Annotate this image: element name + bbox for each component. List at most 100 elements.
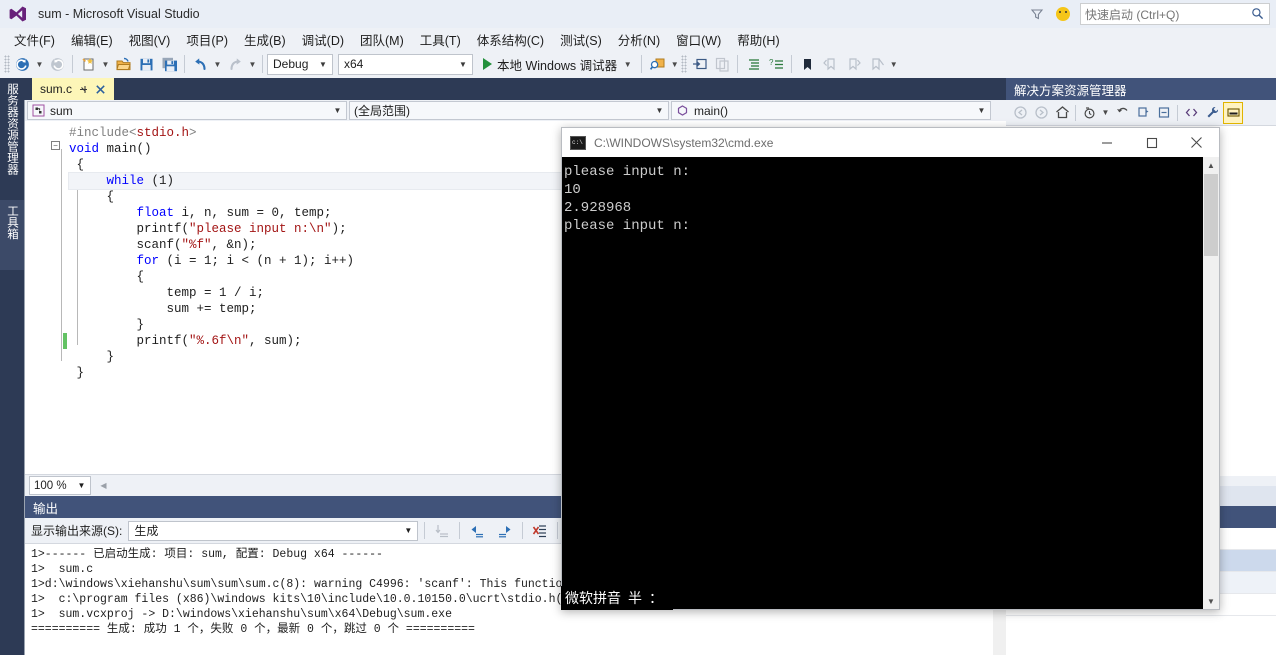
menu-item-build[interactable]: 生成(B) [236,28,294,51]
undo-icon[interactable] [189,53,211,75]
close-icon[interactable] [1174,128,1219,157]
new-project-dropdown[interactable]: ▼ [100,53,111,75]
menu-item-edit[interactable]: 编辑(E) [63,28,121,51]
next-bookmark-icon[interactable] [842,53,864,75]
start-debugging-dropdown[interactable]: ▼ [622,53,633,75]
menu-item-test[interactable]: 测试(S) [552,28,610,51]
navigate-back-icon[interactable] [11,53,33,75]
previous-bookmark-icon[interactable] [819,53,841,75]
preview-selected-items-icon[interactable] [1223,101,1243,124]
save-all-icon[interactable] [158,53,180,75]
toolbar-overflow-button[interactable]: ▼ [888,53,899,75]
scroll-down-icon[interactable]: ▼ [1203,593,1219,609]
menu-item-debug[interactable]: 调试(D) [294,28,352,51]
document-tab-sum-c[interactable]: sum.c [32,78,115,100]
scroll-up-icon[interactable]: ▲ [1203,157,1219,173]
find-in-files-icon[interactable] [646,53,668,75]
sync-with-active-document-icon[interactable] [1112,102,1132,124]
pending-changes-icon[interactable] [1079,102,1099,124]
menu-item-analyze[interactable]: 分析(N) [610,28,668,51]
se-toolbar-separator-2 [1177,104,1178,121]
ime-punctuation-label[interactable]: ： [649,588,663,608]
bookmark-icon[interactable] [796,53,818,75]
pending-changes-dropdown[interactable]: ▼ [1100,102,1111,124]
properties-icon[interactable] [1202,102,1222,124]
navbar-member-combo[interactable]: main() ▼ [671,101,991,120]
ime-width-label[interactable]: 半 [628,588,642,608]
home-icon[interactable] [1052,102,1072,124]
sidebar-item-toolbox[interactable]: 工具箱 [0,200,24,270]
navbar-scope-combo[interactable]: (全局范围) ▼ [349,101,669,120]
previous-message-icon[interactable] [466,520,488,542]
scrollbar-thumb[interactable] [1204,174,1218,256]
editor-zoom-combo[interactable]: 100 % ▼ [29,476,91,495]
cmd-title-bar[interactable]: C:\WINDOWS\system32\cmd.exe [562,128,1219,157]
comment-icon[interactable]: ? [765,53,787,75]
go-to-message-icon[interactable] [431,520,453,542]
left-auto-hide-dock: 服务器资源管理器 工具箱 [0,78,24,655]
solution-platform-combo[interactable]: x64 ▼ [338,53,473,75]
solution-configuration-combo[interactable]: Debug ▼ [267,53,333,75]
ime-status-overlay[interactable]: 微软拼音 半 ： [561,586,673,610]
solution-explorer-toolbar: ▼ [1006,100,1276,126]
back-icon[interactable] [1010,102,1030,124]
cmd-vertical-scrollbar[interactable]: ▲ ▼ [1203,157,1219,609]
step-into-icon[interactable] [688,53,710,75]
editor-gutter [25,121,63,474]
indent-icon[interactable] [742,53,764,75]
smiley-feedback-icon[interactable] [1054,5,1072,23]
method-icon [676,104,689,117]
visual-studio-window: sum - Microsoft Visual Studio 快速启动 (Ctrl… [0,0,1276,655]
copy-icon[interactable] [711,53,733,75]
menu-item-file[interactable]: 文件(F) [6,28,63,51]
menu-item-team[interactable]: 团队(M) [352,28,412,51]
cmd-console-output[interactable]: please input n: 10 2.928968 please input… [562,157,1219,609]
collapse-all-icon[interactable] [1154,102,1174,124]
open-file-icon[interactable] [112,53,134,75]
redo-icon[interactable] [224,53,246,75]
navigate-back-dropdown[interactable]: ▼ [34,53,45,75]
navbar-member-value: main() [694,103,729,118]
show-all-files-icon[interactable] [1181,102,1201,124]
menu-item-project[interactable]: 项目(P) [178,28,236,51]
menu-item-help[interactable]: 帮助(H) [729,28,787,51]
console-line: please input n: [564,218,691,234]
clear-bookmarks-icon[interactable] [865,53,887,75]
collapse-region-icon[interactable]: − [51,141,60,150]
maximize-icon[interactable] [1129,128,1174,157]
find-dropdown[interactable]: ▼ [669,53,680,75]
quick-launch-placeholder: 快速启动 (Ctrl+Q) [1085,7,1180,22]
menu-item-tools[interactable]: 工具(T) [412,28,469,51]
minimize-icon[interactable] [1084,128,1129,157]
redo-dropdown[interactable]: ▼ [247,53,258,75]
chevron-down-icon: ▼ [404,526,413,535]
sidebar-item-server-explorer[interactable]: 服务器资源管理器 [0,78,24,196]
pin-icon[interactable] [78,84,89,95]
output-source-combo[interactable]: 生成 ▼ [128,520,419,541]
console-line: 2.928968 [564,200,632,216]
forward-icon[interactable] [1031,102,1051,124]
menu-item-window[interactable]: 窗口(W) [668,28,729,51]
quick-launch-input[interactable]: 快速启动 (Ctrl+Q) [1080,3,1270,25]
clear-all-icon[interactable] [529,520,551,542]
filter-icon[interactable] [1028,5,1046,23]
cmd-console-window[interactable]: C:\WINDOWS\system32\cmd.exe please input… [561,127,1220,610]
next-message-icon[interactable] [494,520,516,542]
undo-dropdown[interactable]: ▼ [212,53,223,75]
navigate-forward-icon[interactable] [46,53,68,75]
refresh-icon[interactable] [1133,102,1153,124]
scroll-left-icon[interactable]: ◀ [97,478,110,494]
document-tab-strip: sum.c [24,78,1006,100]
start-debugging-button[interactable]: 本地 Windows 调试器 ▼ [479,53,637,75]
close-icon[interactable] [95,84,106,95]
output-toolbar-separator [424,522,426,539]
navbar-project-combo[interactable]: sum ▼ [27,101,347,120]
chevron-down-icon: ▼ [319,59,327,69]
save-icon[interactable] [135,53,157,75]
toolbar-grip-2[interactable] [681,55,688,73]
output-toolbar-separator-3 [522,522,524,539]
toolbar-grip[interactable] [4,55,10,73]
menu-item-view[interactable]: 视图(V) [121,28,179,51]
menu-item-architecture[interactable]: 体系结构(C) [469,28,552,51]
new-project-icon[interactable] [77,53,99,75]
